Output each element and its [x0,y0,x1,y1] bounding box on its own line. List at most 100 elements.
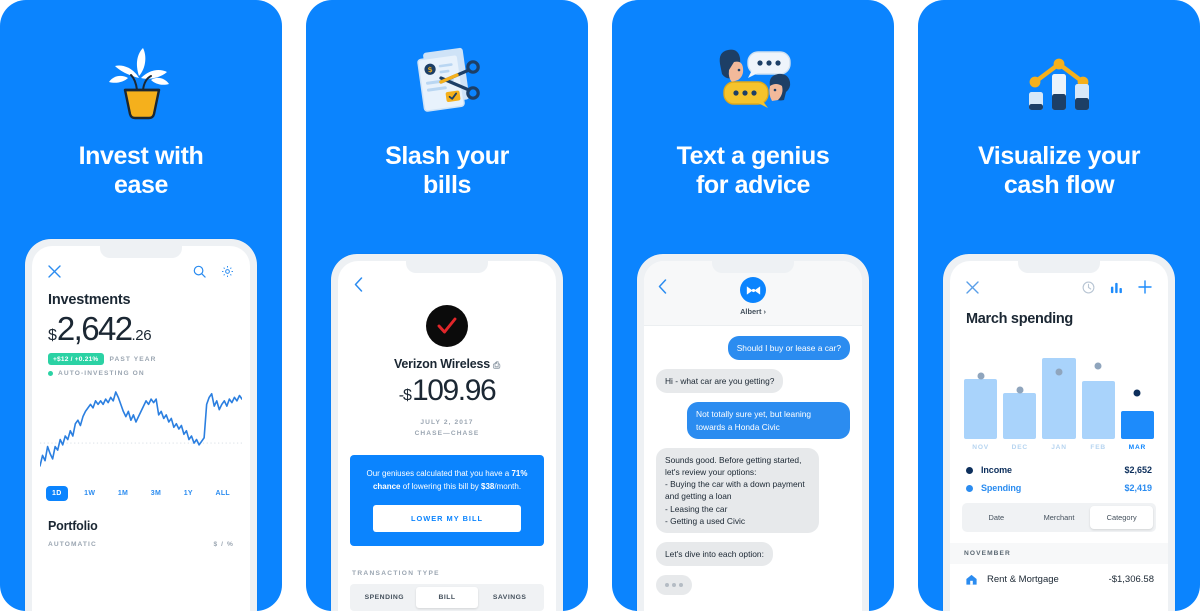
segment-spending[interactable]: SPENDING [353,587,416,608]
range-1w[interactable]: 1W [78,486,101,501]
phone-notch [1018,261,1100,273]
legend-row-spending: Spending $2,419 [966,483,1152,493]
portfolio-subrow: AUTOMATIC $ / % [32,533,250,548]
spending-bar [1120,411,1154,439]
income-marker-dot [1133,389,1141,397]
transaction-date: JULY 2, 2017 [420,419,474,426]
chevron-left-icon[interactable] [658,279,667,299]
segment-date[interactable]: Date [965,506,1028,529]
gear-icon[interactable] [221,265,234,278]
bar-column-nov[interactable] [964,343,998,439]
spending-bar [964,378,998,439]
segment-category[interactable]: Category [1090,506,1154,529]
phone-screen: Albert › Should I buy or lease a car? Hi… [644,261,862,611]
range-1m[interactable]: 1M [112,486,134,501]
spending-bar [1003,392,1037,439]
range-1d[interactable]: 1D [46,486,68,501]
range-all[interactable]: ALL [209,486,236,501]
auto-investing-label: AUTO-INVESTING ON [58,370,145,377]
month-label-jan: JAN [1051,444,1067,451]
section-header: NOVEMBER [950,543,1168,564]
bar-column-dec[interactable] [1003,343,1037,439]
investments-sparkline-chart [32,377,250,478]
range-selector[interactable]: 1D 1W 1M 3M 1Y ALL [32,478,250,501]
range-1y[interactable]: 1Y [178,486,199,501]
legend-label: Spending [981,483,1022,493]
legend-value: $2,652 [1124,465,1152,475]
message-bubble: Should I buy or lease a car? [727,336,850,361]
bar-column-mar[interactable] [1120,343,1154,439]
portfolio-mode-label: AUTOMATIC [48,541,97,548]
balance-whole: 2,642 [56,310,133,347]
currency-symbol: $ [403,387,412,404]
table-row[interactable]: Rent & Mortgage -$1,306.58 [950,564,1168,586]
panel-bills: $ Slash your bills Verizon Wireless ⎙ -$… [306,0,588,611]
bar-chart-with-trendline-icon [918,24,1200,140]
transaction-name: Rent & Mortgage [987,573,1059,585]
panel-cashflow: Visualize your cash flow March spending … [918,0,1200,611]
bar-chart-month-labels: NOV DEC JAN FEB MAR [950,444,1168,451]
phone-notch [406,261,488,273]
segment-merchant[interactable]: Merchant [1028,506,1091,529]
house-icon [964,572,978,586]
panel-invest: Invest with ease Investments $ 2,642 .26… [0,0,282,611]
message-bubble: Hi - what car are you getting? [656,369,784,394]
phone-mockup-cashflow: March spending NOV DEC JAN FEB MAR Income $2… [943,254,1175,611]
two-people-chat-bubbles-icon [612,24,894,140]
panel-title: Text a genius for advice [676,142,830,200]
message-bubble: Let's dive into each option: [656,541,773,567]
contact-name[interactable]: Albert › [644,307,862,316]
panel-title: Visualize your cash flow [977,142,1141,200]
transaction-meta: JULY 2, 2017 CHASE—CHASE [338,417,556,439]
phone-screen: March spending NOV DEC JAN FEB MAR Income $2… [950,261,1168,611]
segment-bill[interactable]: BILL [415,587,479,609]
phone-mockup-invest: Investments $ 2,642 .26 +$12 / +0.21% PA… [25,239,257,611]
plus-icon[interactable] [1138,280,1152,294]
income-marker-dot [977,372,985,380]
amount-value: 109.96 [411,374,497,407]
portfolio-units-toggle[interactable]: $ / % [213,541,234,548]
search-icon[interactable] [193,265,206,278]
transaction-type-segmented-control[interactable]: SPENDING BILL SAVINGS [350,584,544,611]
app-store-screenshot-gallery: Invest with ease Investments $ 2,642 .26… [0,0,1200,611]
phone-screen: Investments $ 2,642 .26 +$12 / +0.21% PA… [32,246,250,611]
merchant-name: Verizon Wireless ⎙ [393,357,501,371]
spending-bar-chart [950,343,1168,439]
bar-chart-icon[interactable] [1110,281,1123,294]
spending-dot-icon [966,484,973,492]
month-label-mar: MAR [1128,444,1147,451]
close-icon[interactable] [48,265,61,278]
bar-column-jan[interactable] [1042,343,1076,439]
month-label-feb: FEB [1090,444,1106,451]
phone-notch [712,261,794,273]
external-link-icon[interactable]: ⎙ [493,360,500,370]
potted-plant-icon [0,24,282,140]
albert-bowtie-avatar[interactable] [740,277,766,303]
panel-genius: Text a genius for advice Albert › Should… [612,0,894,611]
transaction-type-label: TRANSACTION TYPE [352,570,440,578]
range-3m[interactable]: 3M [145,486,167,501]
message-list: Should I buy or lease a car? Hi - what c… [644,326,862,596]
clock-icon[interactable] [1082,281,1095,294]
close-icon[interactable] [966,280,979,294]
page-title: March spending [966,311,1073,327]
bar-column-feb[interactable] [1081,343,1115,439]
spending-bar [1081,381,1115,439]
phone-notch [100,246,182,258]
message-bubble: Sounds good. Before getting started, let… [656,447,819,533]
phone-mockup-bills: Verizon Wireless ⎙ -$109.96 JULY 2, 2017 … [331,254,563,611]
transaction-amount: -$1,306.58 [1108,573,1154,585]
transaction-account: CHASE—CHASE [414,430,480,438]
segment-savings[interactable]: SAVINGS [478,587,541,608]
message-bubble: Not totally sure yet, but leaning toward… [687,402,850,439]
legend-row-income: Income $2,652 [966,465,1152,475]
chart-legend: Income $2,652 Spending $2,419 [950,451,1168,493]
legend-label: Income [981,465,1012,475]
lower-my-bill-button[interactable]: LOWER MY BILL [373,505,521,533]
grouping-segmented-control[interactable]: Date Merchant Category [962,503,1156,532]
income-marker-dot [1094,362,1102,370]
month-label-nov: NOV [972,444,989,451]
month-label-dec: DEC [1011,444,1028,451]
income-dot-icon [966,466,973,474]
change-period-label: PAST YEAR [109,355,157,363]
